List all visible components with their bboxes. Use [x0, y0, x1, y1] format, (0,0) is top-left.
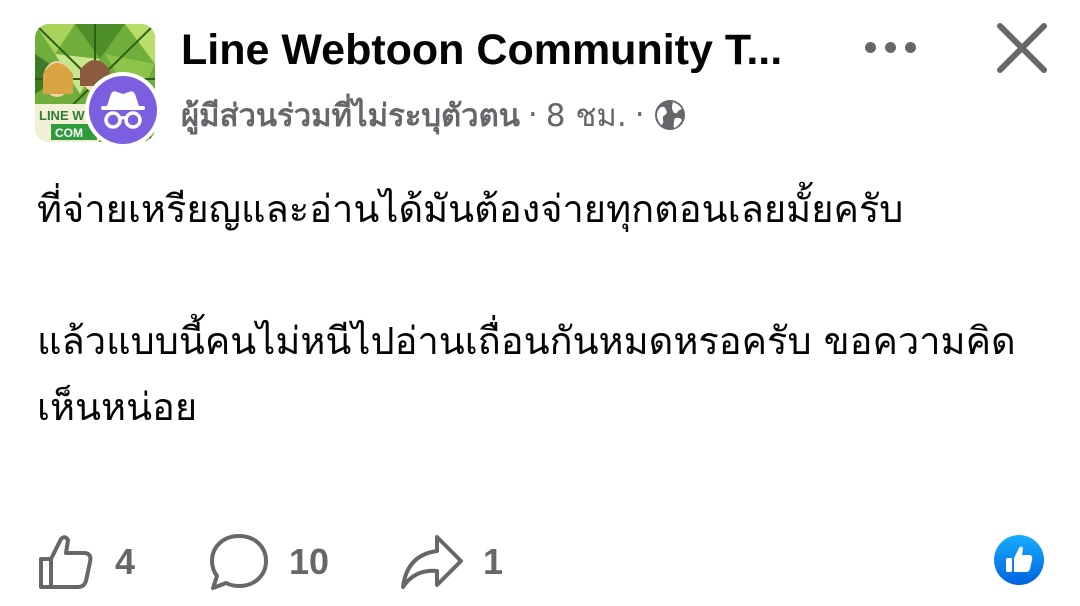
post-card: LINE W COM Line Webtoon Community T... ผ… [0, 0, 1080, 606]
meta-separator: · [634, 97, 645, 133]
post-meta: ผู้มีส่วนร่วมที่ไม่ระบุตัวตน · 8 ชม. · [181, 93, 687, 137]
svg-text:COM: COM [55, 126, 83, 140]
post-body: ที่จ่ายเหรียญและอ่านได้มันต้องจ่ายทุกตอน… [37, 176, 1047, 440]
more-options-button[interactable] [852, 20, 928, 74]
share-count: 1 [483, 541, 504, 582]
incognito-icon [101, 91, 145, 129]
like-button[interactable]: 4 [35, 526, 135, 598]
author-name[interactable]: ผู้มีส่วนร่วมที่ไม่ระบุตัวตน [181, 90, 520, 140]
share-button[interactable]: 1 [399, 526, 503, 598]
post-time[interactable]: 8 ชม. [546, 90, 627, 140]
thumbs-up-icon [39, 535, 93, 589]
comment-icon [210, 534, 268, 590]
comment-button[interactable]: 10 [207, 526, 329, 598]
globe-icon[interactable] [653, 98, 687, 132]
like-reaction-icon[interactable] [993, 534, 1045, 586]
share-icon [401, 535, 463, 589]
meta-separator: · [527, 97, 538, 133]
dot-icon [884, 41, 896, 53]
like-count: 4 [115, 541, 136, 582]
group-name-link[interactable]: Line Webtoon Community T... [181, 24, 821, 76]
svg-text:LINE W: LINE W [39, 108, 85, 123]
dot-icon [864, 41, 876, 53]
post-paragraph: ที่จ่ายเหรียญและอ่านได้มันต้องจ่ายทุกตอน… [37, 187, 904, 231]
dot-icon [904, 41, 916, 53]
comment-count: 10 [289, 541, 330, 582]
action-bar: 4 10 1 [35, 526, 1045, 598]
anonymous-badge [85, 72, 161, 148]
close-button[interactable] [990, 16, 1054, 80]
close-icon [997, 23, 1047, 73]
avatar[interactable]: LINE W COM [35, 24, 165, 148]
post-paragraph: แล้วแบบนี้คนไม่หนีไปอ่านเถื่อนกันหมดหรอค… [37, 319, 1016, 429]
